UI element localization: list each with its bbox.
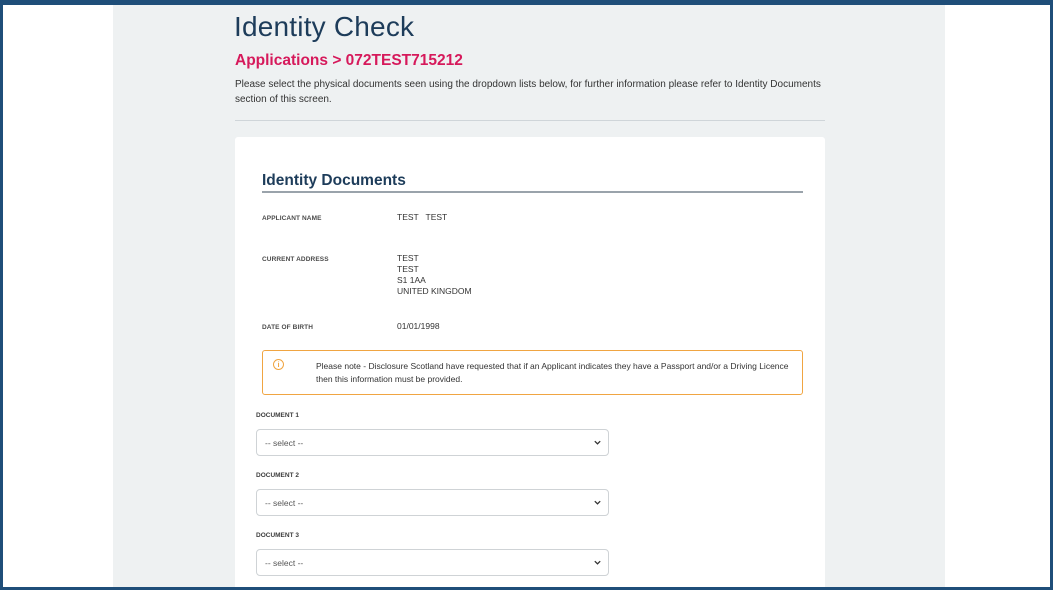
document-1-selected: -- select -- — [265, 438, 304, 448]
notice-text: Please note - Disclosure Scotland have r… — [316, 361, 789, 384]
address-line: UNITED KINGDOM — [397, 286, 472, 296]
section-title: Identity Documents — [262, 172, 406, 189]
address-line: TEST — [397, 264, 419, 274]
breadcrumb[interactable]: Applications > 072TEST715212 — [235, 52, 463, 70]
document-2-selected: -- select -- — [265, 498, 304, 508]
date-of-birth-label: DATE OF BIRTH — [262, 324, 314, 331]
chevron-down-icon — [594, 500, 601, 505]
chevron-down-icon — [594, 440, 601, 445]
date-of-birth-value: 01/01/1998 — [397, 321, 440, 331]
document-2-select[interactable]: -- select -- — [256, 489, 609, 516]
document-3-label: DOCUMENT 3 — [256, 532, 299, 539]
intro-text: Please select the physical documents see… — [235, 79, 821, 105]
current-address-value: TEST TEST S1 1AA UNITED KINGDOM — [397, 253, 472, 297]
applicant-name-label: APPLICANT NAME — [262, 215, 322, 222]
current-address-label: CURRENT ADDRESS — [262, 256, 329, 263]
document-1-label: DOCUMENT 1 — [256, 412, 299, 419]
divider — [235, 120, 825, 121]
address-line: S1 1AA — [397, 275, 426, 285]
document-3-select[interactable]: -- select -- — [256, 549, 609, 576]
page-title: Identity Check — [234, 11, 415, 42]
chevron-down-icon — [594, 560, 601, 565]
applicant-name-value: TEST TEST — [397, 212, 448, 222]
document-3-selected: -- select -- — [265, 558, 304, 568]
section-rule — [262, 191, 803, 193]
address-line: TEST — [397, 253, 419, 263]
document-2-label: DOCUMENT 2 — [256, 472, 299, 479]
document-1-select[interactable]: -- select -- — [256, 429, 609, 456]
info-icon: i — [273, 359, 284, 370]
notice-box: i Please note - Disclosure Scotland have… — [262, 350, 803, 395]
